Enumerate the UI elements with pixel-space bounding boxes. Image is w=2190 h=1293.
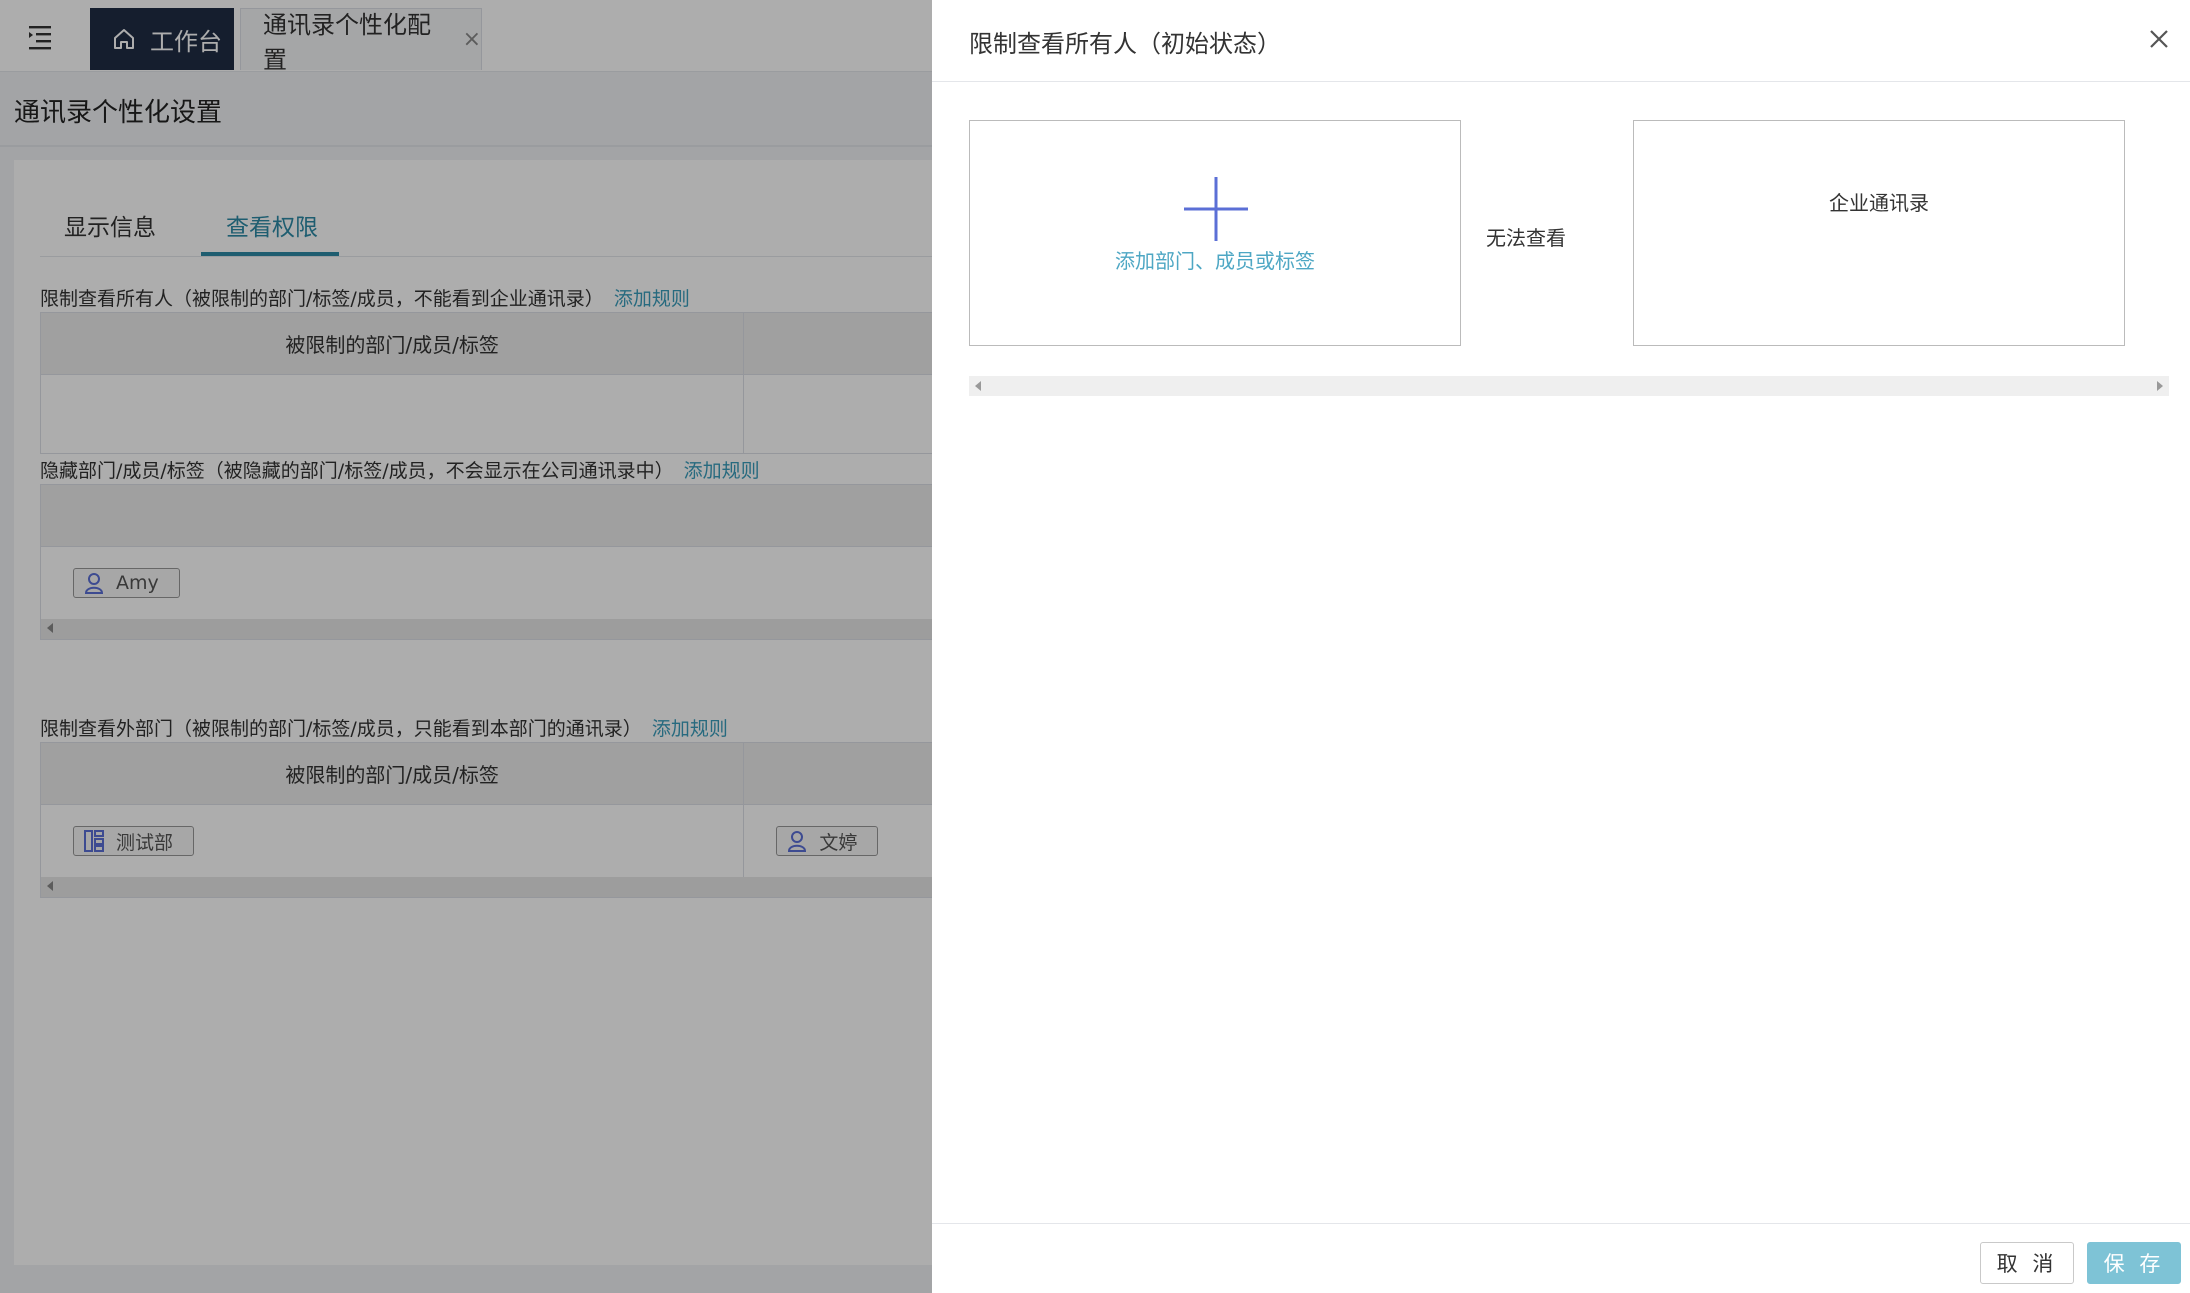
drawer-footer: 取 消 保 存 [932,1223,2190,1293]
enterprise-contacts-box: 企业通讯录 [1633,120,2125,346]
cannot-view-label: 无法查看 [1486,226,1566,250]
enterprise-contacts-label: 企业通讯录 [1829,191,1929,215]
add-target-box[interactable]: 添加部门、成员或标签 [969,120,1461,346]
plus-icon [1184,177,1248,241]
cancel-button[interactable]: 取 消 [1980,1242,2074,1284]
close-icon[interactable] [2146,26,2172,52]
add-target-label: 添加部门、成员或标签 [1115,249,1315,273]
drawer-title: 限制查看所有人（初始状态） [969,30,1281,58]
rule-drawer: 限制查看所有人（初始状态） 添加部门、成员或标签 无法查看 企业通讯录 取 消 … [932,0,2190,1293]
scroll-left-icon[interactable] [975,381,981,391]
horizontal-scrollbar[interactable] [969,376,2169,396]
drawer-header: 限制查看所有人（初始状态） [932,0,2190,82]
scroll-right-icon[interactable] [2157,381,2163,391]
save-button[interactable]: 保 存 [2087,1242,2181,1284]
